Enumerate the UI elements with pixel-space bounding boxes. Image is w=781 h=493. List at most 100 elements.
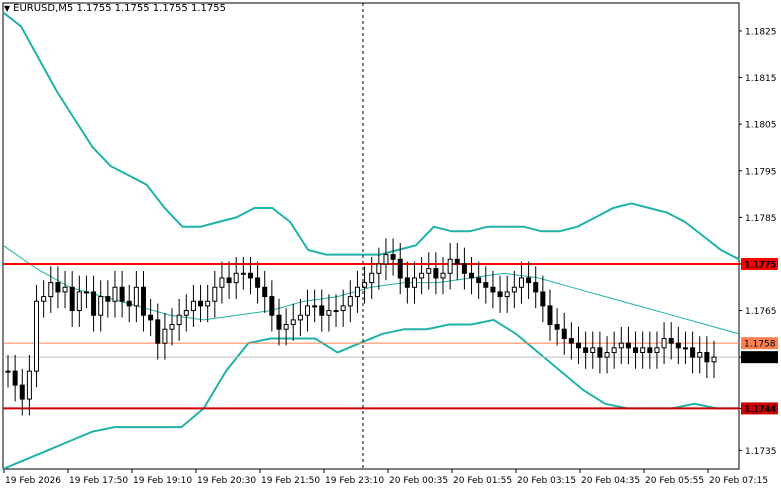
candle-body — [41, 296, 47, 302]
x-tick-label: 20 Feb 05:55 — [645, 476, 704, 486]
x-tick-label: 20 Feb 03:15 — [517, 476, 576, 486]
candle-body — [383, 254, 389, 265]
x-tick-label: 19 Feb 19:10 — [133, 476, 192, 486]
candle-body — [604, 352, 610, 358]
candle-body — [447, 258, 453, 274]
candle-body — [91, 291, 97, 316]
candle-body — [183, 310, 189, 316]
candle-body — [62, 286, 68, 293]
candle-body — [219, 277, 225, 288]
candle-body — [411, 277, 417, 288]
x-tick-label: 20 Feb 07:15 — [709, 476, 768, 486]
candle-body — [205, 300, 211, 307]
candle-body — [497, 291, 503, 298]
candle-body — [654, 347, 660, 353]
candle-body — [704, 352, 710, 363]
y-tick-label: 1.1805 — [745, 121, 777, 131]
candle-body — [119, 286, 125, 302]
chart-window[interactable]: 1.1775 1.1758 1.1744 1.1825 1.1815 1.1805 1.17… — [0, 0, 781, 489]
candle-body — [625, 342, 631, 349]
candle-body — [376, 263, 382, 274]
candle-body — [661, 338, 667, 349]
x-tick-label: 19 Feb 23:10 — [325, 476, 384, 486]
candle-body — [276, 314, 282, 330]
candle-body — [597, 347, 603, 358]
candle-body — [140, 286, 146, 316]
y-tick-label: 1.1785 — [745, 214, 777, 224]
candle-body — [290, 319, 296, 326]
y-tick-label: 1.1744 — [745, 405, 777, 415]
candle-body — [682, 347, 688, 350]
candle-body — [440, 272, 446, 279]
candle-body — [12, 370, 18, 386]
y-tick-label: 1.1775 — [745, 260, 777, 270]
candle-body — [98, 296, 104, 316]
candle-body — [483, 282, 489, 288]
candle-body — [647, 347, 653, 353]
candle-body — [568, 338, 574, 344]
candle-body — [404, 277, 410, 288]
candle-body — [390, 254, 396, 260]
plot-area[interactable] — [2, 2, 740, 470]
candle-body — [518, 277, 524, 288]
candle-body — [697, 352, 703, 358]
candle-body — [690, 347, 696, 358]
candle-body — [112, 286, 118, 302]
candle-body — [148, 314, 154, 321]
x-tick-label: 20 Feb 01:55 — [453, 476, 512, 486]
candle-body — [547, 305, 553, 326]
candle-body — [618, 342, 624, 349]
candle-body — [76, 291, 82, 312]
x-tick-label: 19 Feb 2026 — [5, 476, 61, 486]
candle-body — [269, 296, 275, 316]
candle-body — [162, 328, 168, 344]
x-tick-label: 19 Feb 17:50 — [69, 476, 128, 486]
candle-body — [333, 310, 339, 313]
candle-body — [169, 324, 175, 330]
candle-body — [433, 268, 439, 279]
candle-body — [476, 277, 482, 284]
candle-body — [711, 356, 717, 363]
candle-body — [190, 300, 196, 312]
candle-body — [397, 258, 403, 279]
candle-body — [198, 300, 204, 307]
candle-body — [305, 305, 311, 316]
candle-body — [26, 370, 32, 400]
candle-body — [590, 347, 596, 353]
candle-body — [675, 342, 681, 349]
candle-body — [255, 277, 261, 288]
candle-body — [126, 300, 132, 307]
x-tick-label: 19 Feb 21:50 — [261, 476, 320, 486]
candle-body — [176, 314, 182, 326]
candle-body — [668, 338, 674, 344]
candle-body — [247, 272, 253, 279]
y-tick-label: 1.1795 — [745, 167, 777, 177]
candle-body — [283, 324, 289, 330]
candle-body — [233, 272, 239, 284]
candle-body — [319, 305, 325, 316]
x-tick-label: 20 Feb 00:35 — [389, 476, 448, 486]
price-chart[interactable]: 1.1775 1.1758 1.1744 1.1825 1.1815 1.1805 1.17… — [0, 0, 781, 489]
candle-body — [490, 286, 496, 293]
candle-body — [83, 291, 89, 294]
candle-body — [611, 347, 617, 353]
y-tick-label: 1.1825 — [745, 27, 777, 37]
candle-body — [69, 286, 75, 312]
candle-body — [5, 370, 11, 373]
price-tag-label-2: 1.1758 — [744, 340, 776, 350]
candle-body — [454, 258, 460, 265]
candle-body — [554, 324, 560, 330]
candle-body — [262, 286, 268, 298]
candle-body — [419, 272, 425, 279]
symbol-header[interactable]: ▼ EURUSD,M5 1.1755 1.1755 1.1755 1.1755 — [4, 3, 226, 14]
candle-body — [340, 305, 346, 312]
candle-body — [212, 286, 218, 302]
candle-body — [55, 282, 61, 293]
candle-body — [640, 347, 646, 353]
triangle-down-icon[interactable]: ▼ — [4, 4, 10, 13]
candle-body — [19, 384, 25, 400]
x-tick-label: 19 Feb 20:30 — [197, 476, 256, 486]
candle-body — [511, 286, 517, 293]
candle-body — [297, 314, 303, 321]
candle-body — [561, 328, 567, 340]
